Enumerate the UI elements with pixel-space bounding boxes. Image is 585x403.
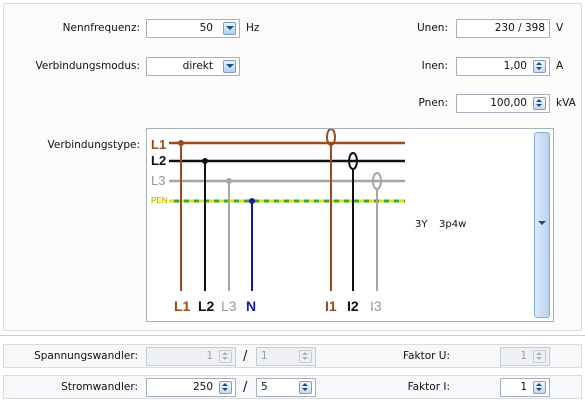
bottom-label-i3: I3 [370, 298, 382, 314]
factor-i-value: 1 [520, 381, 527, 393]
frequency-unit: Hz [246, 22, 260, 34]
node-l1 [178, 140, 184, 146]
node-n [249, 198, 255, 204]
chevron-down-icon[interactable] [534, 132, 550, 318]
connection-mode-label: Verbindungsmodus: [35, 60, 140, 72]
line-label-l1: L1 [151, 137, 166, 152]
spinner-icon[interactable] [533, 60, 546, 73]
unen-field[interactable]: 230 / 398 [456, 19, 550, 38]
connection-type-caption-a: 3Y [415, 219, 428, 230]
pnen-value: 100,00 [490, 97, 527, 109]
bottom-label-l1: L1 [174, 298, 191, 314]
frequency-label: Nennfrequenz: [62, 22, 140, 34]
voltage-transformer-secondary-value: 1 [261, 350, 268, 362]
ratio-slash: / [243, 349, 248, 364]
spinner-icon[interactable] [533, 350, 546, 363]
current-transformer-primary-value: 250 [192, 381, 213, 393]
factor-i-field[interactable]: 1 [500, 378, 550, 397]
frequency-select[interactable]: 50 [146, 19, 240, 38]
line-label-pen: PEN [151, 196, 168, 205]
spinner-icon[interactable] [299, 350, 312, 363]
pnen-label: Pnen: [418, 97, 448, 109]
bottom-label-n: N [246, 298, 256, 314]
line-label-l3: L3 [151, 173, 165, 188]
unen-label: Unen: [417, 22, 448, 34]
connection-type-label: Verbindungstype: [47, 139, 141, 151]
pnen-field[interactable]: 100,00 [456, 94, 550, 113]
wiring-diagram: L1 L2 L3 PEN L1 L2 L3 N I1 I2 I3 [151, 129, 405, 314]
connection-type-selector[interactable]: L1 L2 L3 PEN L1 L2 L3 N I1 I2 I3 3Y 3p4w [146, 128, 554, 322]
spinner-icon[interactable] [533, 97, 546, 110]
voltage-transformer-secondary[interactable]: 1 [256, 347, 316, 366]
factor-i-label: Faktor I: [407, 381, 450, 393]
chevron-down-icon[interactable] [223, 22, 236, 35]
pnen-unit: kVA [556, 97, 576, 109]
inen-value: 1,00 [503, 60, 527, 72]
connection-mode-value: direkt [182, 60, 213, 72]
voltage-transformer-primary[interactable]: 1 [146, 347, 236, 366]
connection-mode-select[interactable]: direkt [146, 57, 240, 76]
frequency-value: 50 [199, 22, 213, 34]
factor-u-field[interactable]: 1 [500, 347, 550, 366]
factor-u-label: Faktor U: [402, 350, 450, 362]
bottom-label-i2: I2 [347, 298, 359, 314]
connection-type-caption-b: 3p4w [439, 219, 467, 230]
chevron-down-icon[interactable] [223, 60, 236, 73]
unen-value: 230 / 398 [494, 22, 545, 34]
current-transformer-primary[interactable]: 250 [146, 378, 236, 397]
spinner-icon[interactable] [533, 381, 546, 394]
ratio-slash: / [243, 380, 248, 395]
voltage-transformer-label: Spannungswandler: [34, 350, 138, 362]
spinner-icon[interactable] [299, 381, 312, 394]
inen-field[interactable]: 1,00 [456, 57, 550, 76]
inen-label: Inen: [421, 60, 448, 72]
current-transformer-secondary[interactable]: 5 [256, 378, 316, 397]
bottom-label-l2: L2 [198, 298, 215, 314]
current-transformer-secondary-value: 5 [261, 381, 268, 393]
spinner-icon[interactable] [219, 381, 232, 394]
bottom-label-l3: L3 [221, 298, 237, 314]
unen-unit: V [556, 22, 564, 34]
current-transformer-label: Stromwandler: [61, 381, 138, 393]
node-l2 [202, 158, 208, 164]
bottom-label-i1: I1 [325, 298, 337, 314]
node-l3 [226, 178, 232, 184]
inen-unit: A [556, 60, 564, 72]
voltage-transformer-primary-value: 1 [206, 350, 213, 362]
factor-u-value: 1 [520, 350, 527, 362]
spinner-icon[interactable] [219, 350, 232, 363]
line-label-l2: L2 [151, 153, 166, 168]
separator [0, 335, 585, 336]
